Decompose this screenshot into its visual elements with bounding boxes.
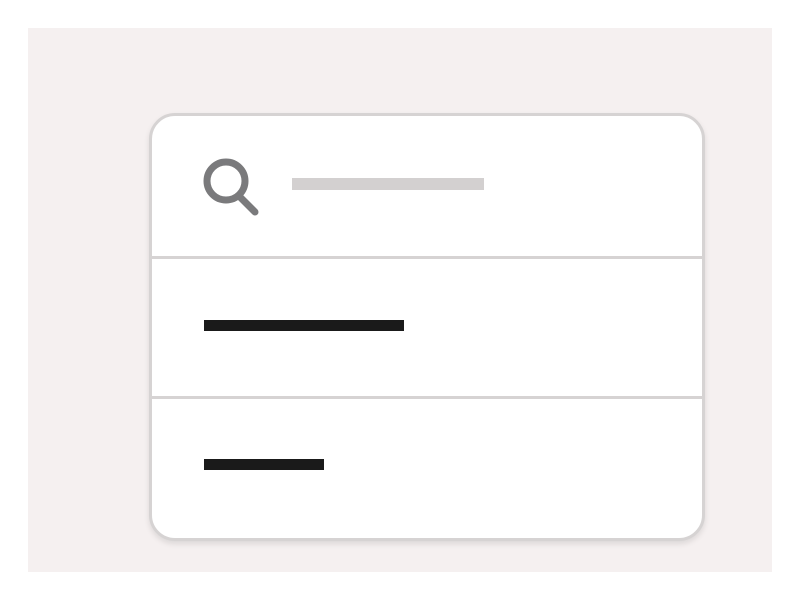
list-item[interactable] [152,259,702,399]
search-input-placeholder-text [292,178,293,179]
list-item[interactable] [152,399,702,538]
search-input-placeholder[interactable] [292,178,484,190]
list-item-label [204,459,324,470]
page-background [28,28,772,572]
search-bar[interactable] [152,116,702,259]
search-dropdown-card [149,113,705,541]
list-item-label [204,320,404,331]
search-icon [203,158,259,216]
